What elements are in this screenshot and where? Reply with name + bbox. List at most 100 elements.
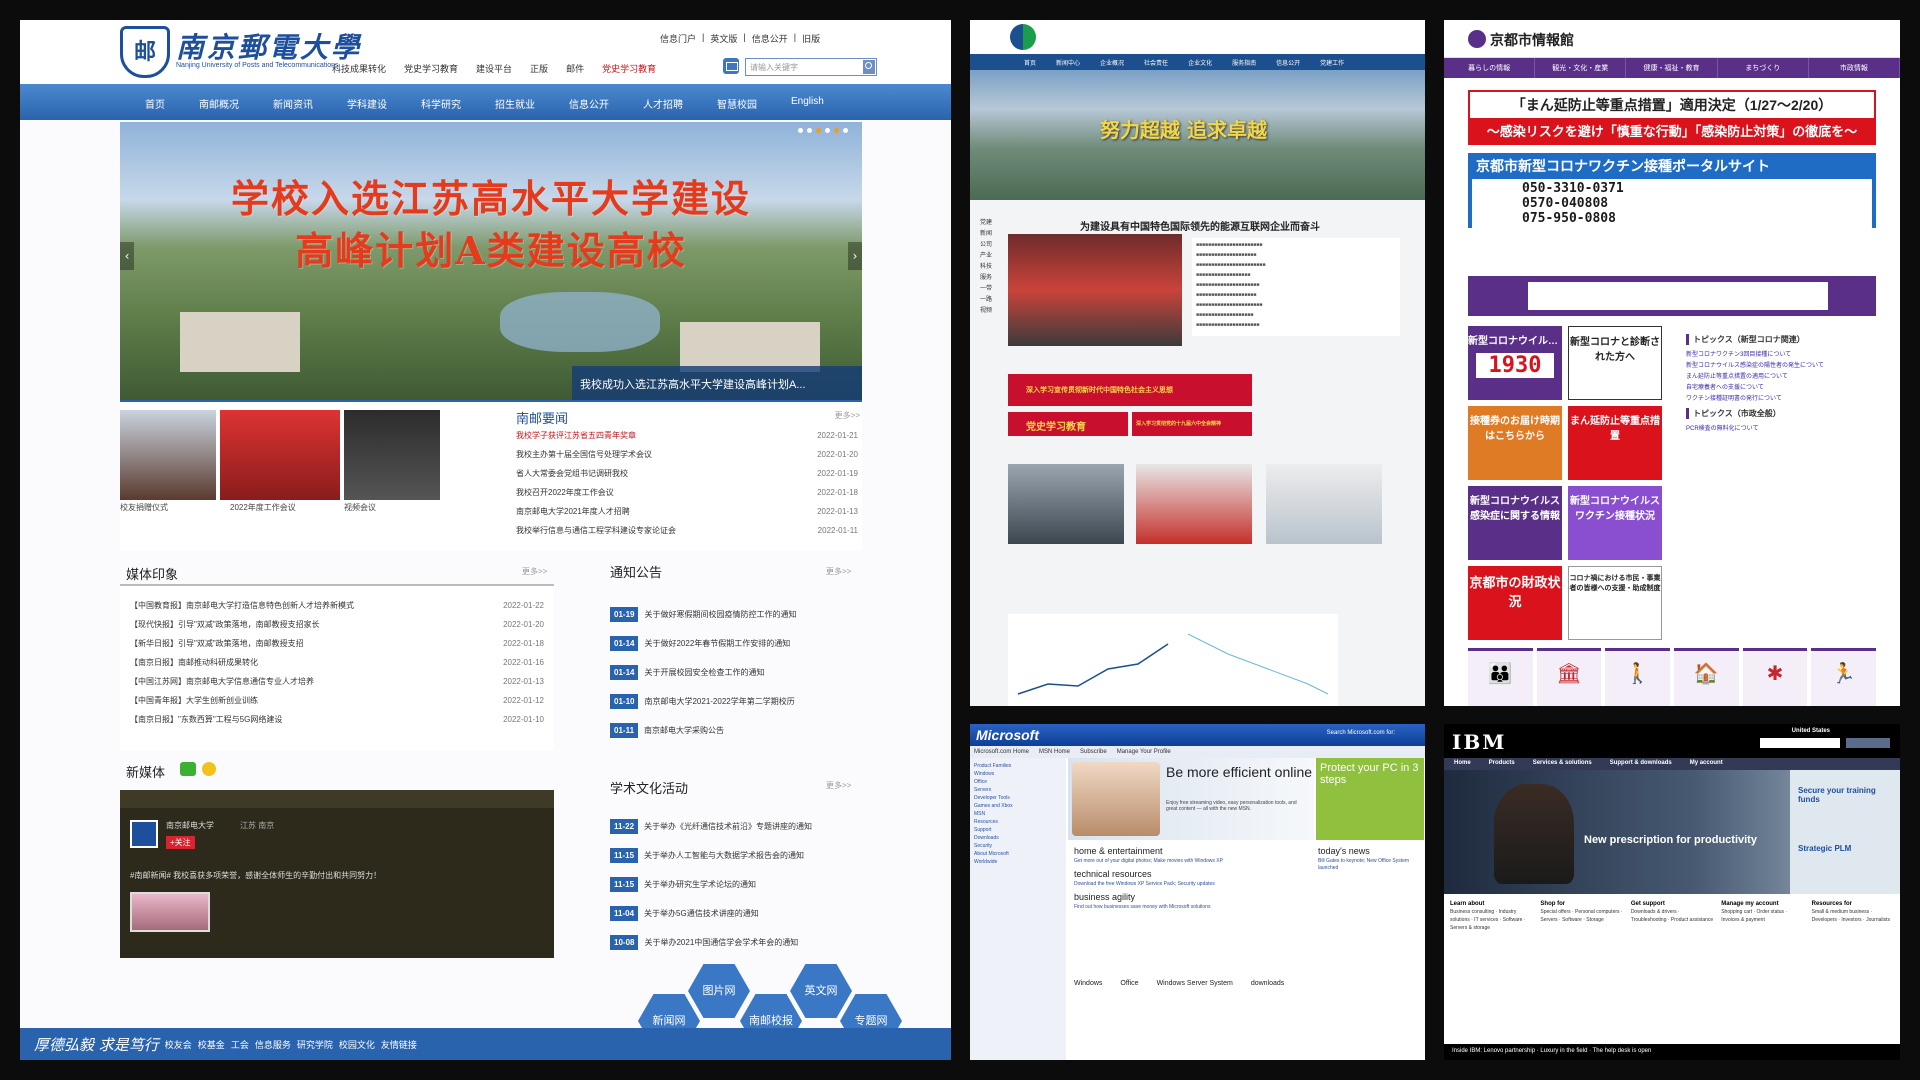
list-item[interactable]: 我校举行信息与通信工程学科建设专家论证会 2022-01-11	[516, 521, 858, 540]
hex-link[interactable]: 图片网	[688, 964, 750, 1018]
family-icon[interactable]: 👪	[1468, 648, 1533, 706]
nav-item[interactable]: 社会责任	[1134, 54, 1178, 70]
company-logo-icon[interactable]	[1010, 24, 1036, 50]
news-thumbnail[interactable]	[120, 410, 216, 500]
list-item[interactable]: 南京邮电大学2021年度人才招聘 2022-01-13	[516, 502, 858, 521]
subnav-link[interactable]: Microsoft.com Home	[974, 749, 1029, 755]
quick-link[interactable]: 建设平台	[476, 62, 512, 75]
side-nav-item[interactable]: 视频	[980, 306, 1004, 317]
wechat-icon[interactable]	[180, 762, 196, 776]
quick-link[interactable]: 正版	[530, 62, 548, 75]
nav-item[interactable]: 学科建设	[330, 84, 404, 120]
nav-item[interactable]: 科学研究	[404, 84, 478, 120]
data-chart-panel[interactable]	[1008, 614, 1338, 706]
news-ticker[interactable]	[1468, 276, 1876, 316]
nav-item[interactable]: My account	[1690, 760, 1723, 768]
info-tile[interactable]: 新型コロナウイルスワクチン接種状況	[1568, 486, 1662, 560]
product-link[interactable]: Windows	[1074, 980, 1102, 987]
thumb-caption[interactable]: 校友捐赠仪式	[120, 502, 216, 513]
list-item[interactable]: 我校学子获评江苏省五四青年奖章 2022-01-21	[516, 426, 858, 445]
util-link[interactable]: 信息公开	[752, 32, 788, 45]
more-link[interactable]: 更多>>	[826, 780, 851, 791]
list-item[interactable]: 【现代快报】引导"双减"政策落地，南邮教授支招家长 2022-01-20	[130, 615, 544, 634]
list-item[interactable]: 【中国青年报】大学生创新创业训练 2022-01-12	[130, 691, 544, 710]
list-item[interactable]: 01-11 南京邮电大学采购公告	[610, 716, 858, 745]
site-logo[interactable]: 京都市情報館	[1490, 30, 1574, 50]
university-logo-cn[interactable]: 南京郵電大學	[176, 26, 362, 66]
nav-item[interactable]: 新闻资讯	[256, 84, 330, 120]
list-item[interactable]: 01-14 关于做好2022年春节假期工作安排的通知	[610, 629, 858, 658]
list-item[interactable]: ■■■■■■■■■■■■■■■■■■■■■	[1196, 322, 1396, 332]
person-icon[interactable]: 🚶	[1605, 648, 1671, 706]
left-nav-link[interactable]: Support	[974, 826, 1062, 834]
list-item[interactable]: 11-04 关于举办5G通信技术讲座的通知	[610, 899, 858, 928]
info-tile[interactable]: 新型コロナウイルス感染症に関する情報	[1468, 486, 1562, 560]
hex-link[interactable]: 英文网	[790, 964, 852, 1018]
info-tile[interactable]: まん延防止等重点措置	[1568, 406, 1662, 480]
section-text[interactable]: Find out how businesses save money with …	[1074, 904, 1310, 911]
footer-link[interactable]: 校友会	[165, 1038, 192, 1051]
left-nav-link[interactable]: Games and Xbox	[974, 802, 1062, 810]
left-nav-link[interactable]: Worldwide	[974, 858, 1062, 866]
nav-item[interactable]: 服务指南	[1222, 54, 1266, 70]
party-banner[interactable]: 党史学习教育	[1008, 412, 1128, 436]
list-item[interactable]: 11-15 关于举办人工智能与大数据学术报告会的通知	[610, 841, 858, 870]
left-nav-link[interactable]: Security	[974, 842, 1062, 850]
section-text[interactable]: Get more out of your digital photos; Mak…	[1074, 858, 1310, 865]
list-item[interactable]: ■■■■■■■■■■■■■■■■■■■■■	[1196, 282, 1396, 292]
carousel-next-icon[interactable]: ›	[848, 242, 862, 270]
nav-item[interactable]: 人才招聘	[626, 84, 700, 120]
side-nav-item[interactable]: 服务	[980, 273, 1004, 284]
list-item[interactable]: 我校主办第十届全国信号处理学术会议 2022-01-20	[516, 445, 858, 464]
weibo-icon[interactable]	[202, 762, 216, 776]
nav-item[interactable]: まちづくり	[1718, 58, 1809, 78]
ibm-hero[interactable]: New prescription for productivity Secure…	[1444, 770, 1900, 894]
side-nav-item[interactable]: 新闻	[980, 229, 1004, 240]
list-item[interactable]: 01-10 南京邮电大学2021-2022学年第二学期校历	[610, 687, 858, 716]
left-nav-link[interactable]: Office	[974, 778, 1062, 786]
news-photo[interactable]	[1266, 464, 1382, 544]
list-item[interactable]: 11-22 关于举办《光纤通信技术前沿》专题讲座的通知	[610, 812, 858, 841]
info-tile[interactable]: 接種券のお届け時期はこちらから	[1468, 406, 1562, 480]
nav-item[interactable]: Support & downloads	[1610, 760, 1672, 768]
search-icon[interactable]	[863, 60, 875, 74]
nav-item[interactable]: 信息公开	[1266, 54, 1310, 70]
nav-item[interactable]: 招生就业	[478, 84, 552, 120]
footer-link[interactable]: 校园文化	[339, 1038, 375, 1051]
nav-item[interactable]: 健康・福祉・教育	[1626, 58, 1718, 78]
hero-side-promo[interactable]: Secure your training funds Strategic PLM	[1790, 770, 1900, 894]
search-input[interactable]: 请输入关键字	[745, 58, 877, 76]
star-icon[interactable]: ✱	[1742, 648, 1808, 706]
side-nav-item[interactable]: 产业	[980, 251, 1004, 262]
microsoft-logo[interactable]: Microsoft	[976, 727, 1039, 743]
left-nav-link[interactable]: MSN	[974, 810, 1062, 818]
footer-link[interactable]: 工会	[231, 1038, 249, 1051]
news-photo[interactable]	[1008, 464, 1124, 544]
weibo-image[interactable]	[130, 892, 210, 932]
nav-item[interactable]: Products	[1489, 760, 1515, 768]
nav-item[interactable]: 企业概况	[1090, 54, 1134, 70]
list-item[interactable]: 省人大常委会党组书记调研我校 2022-01-19	[516, 464, 858, 483]
topic-link[interactable]: 新型コロナワクチン3回目接種について	[1686, 349, 1868, 360]
list-item[interactable]: ■■■■■■■■■■■■■■■■■■■	[1196, 312, 1396, 322]
list-item[interactable]: 我校召开2022年度工作会议 2022-01-18	[516, 483, 858, 502]
quick-link[interactable]: 邮件	[566, 62, 584, 75]
alert-banner[interactable]: 「まん延防止等重点措置」適用決定（1/27～2/20） ～感染リスクを避け「慎重…	[1468, 90, 1876, 145]
nav-item[interactable]: 信息公开	[552, 84, 626, 120]
left-nav-link[interactable]: Resources	[974, 818, 1062, 826]
left-nav-link[interactable]: Windows	[974, 770, 1062, 778]
carousel-dot[interactable]	[807, 128, 812, 133]
building-icon[interactable]: 🏛	[1536, 648, 1602, 706]
carousel-dot[interactable]	[798, 128, 803, 133]
carousel-dot[interactable]	[816, 128, 821, 133]
carousel-prev-icon[interactable]: ‹	[120, 242, 134, 270]
party-banner[interactable]: 深入学习宣传贯彻新时代中国特色社会主义思想	[1008, 374, 1252, 406]
link-column[interactable]: Shop for Special offers · Personal comput…	[1540, 900, 1622, 932]
subnav-link[interactable]: MSN Home	[1039, 749, 1070, 755]
list-item[interactable]: 【新华日报】引导"双减"政策落地，南邮教授支招 2022-01-18	[130, 634, 544, 653]
nav-item[interactable]: 企业文化	[1178, 54, 1222, 70]
list-item[interactable]: 【中国教育报】南京邮电大学打造信息特色创新人才培养新模式 2022-01-22	[130, 596, 544, 615]
hero-carousel[interactable]: 学校入选江苏高水平大学建设 高峰计划A类建设高校 ‹ › 我校成功入选江苏高水平…	[120, 122, 862, 400]
hero-caption[interactable]: 我校成功入选江苏高水平大学建设高峰计划A...	[572, 366, 862, 400]
product-link[interactable]: downloads	[1251, 980, 1284, 987]
